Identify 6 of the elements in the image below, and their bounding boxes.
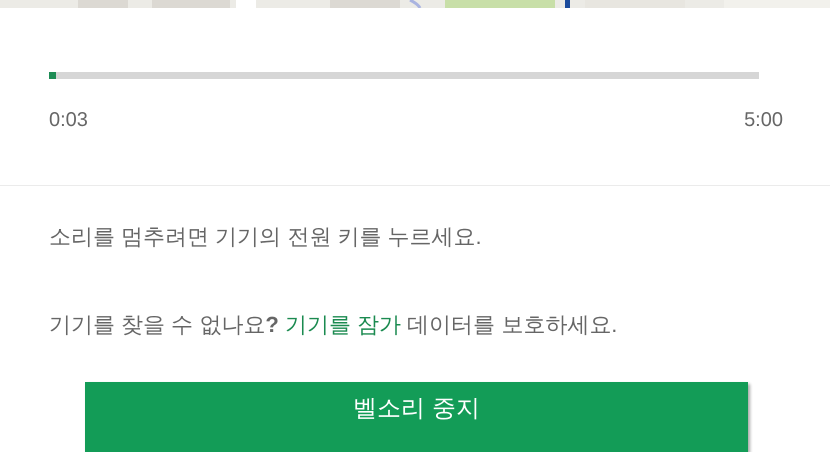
instruction-text: 소리를 멈추려면 기기의 전원 키를 누르세요. (49, 223, 483, 251)
lock-prompt-text: 기기를 찾을 수 없나요? 기기를 잠가 데이터를 보호하세요. (49, 311, 618, 339)
elapsed-time: 0:03 (49, 109, 88, 132)
lock-device-link[interactable]: 기기를 잠가 (284, 312, 402, 337)
total-time: 5:00 (744, 109, 783, 132)
stop-ringing-button[interactable]: 벨소리 중지 (85, 382, 748, 452)
